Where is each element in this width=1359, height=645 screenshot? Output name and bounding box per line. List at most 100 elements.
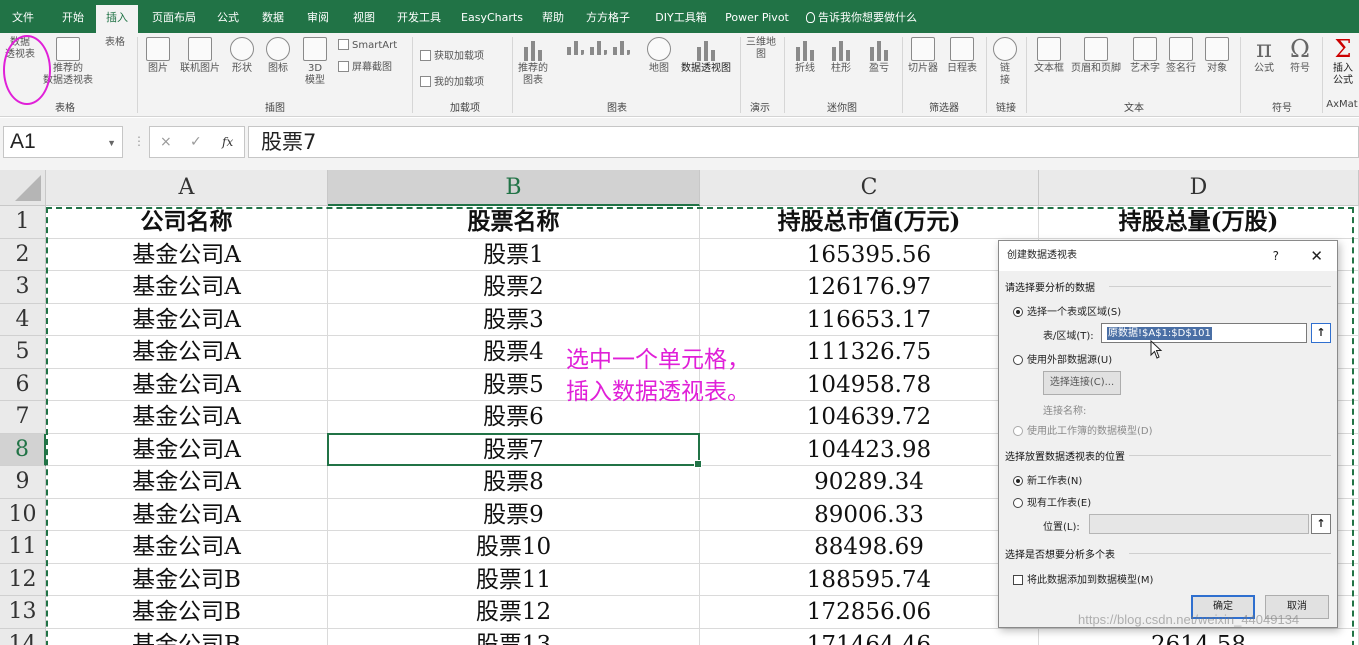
table-cell[interactable]: 188595.74 — [700, 563, 1039, 596]
table-cell[interactable]: 股票8 — [328, 466, 700, 499]
table-cell[interactable]: 172856.06 — [700, 596, 1039, 629]
signature-line-button[interactable]: 签名行 — [1164, 37, 1198, 75]
table-cell[interactable]: 基金公司A — [46, 368, 328, 401]
add-to-data-model-checkbox[interactable]: 将此数据添加到数据模型(M) — [1013, 571, 1153, 586]
table-cell[interactable]: 111326.75 — [700, 336, 1039, 369]
tab-diy-toolbox[interactable]: DIY工具箱 — [644, 6, 718, 33]
table-cell[interactable]: 股票7 — [328, 433, 700, 466]
cancel-icon[interactable]: × — [160, 127, 172, 157]
table-cell[interactable]: 104958.78 — [700, 368, 1039, 401]
slicer-button[interactable]: 切片器 — [906, 37, 940, 75]
help-icon[interactable]: ? — [1273, 241, 1279, 271]
table-cell[interactable]: 104423.98 — [700, 433, 1039, 466]
tab-power-pivot[interactable]: Power Pivot — [724, 6, 790, 33]
tab-insert[interactable]: 插入 — [96, 5, 138, 33]
range-input[interactable]: 原数据!$A$1:$D$101 — [1101, 323, 1307, 343]
formula-input[interactable]: 股票7 — [248, 126, 1359, 158]
table-cell[interactable]: 165395.56 — [700, 238, 1039, 271]
radio-existing-worksheet[interactable]: 现有工作表(E) — [1013, 494, 1091, 509]
radio-select-table[interactable]: 选择一个表或区域(S) — [1013, 303, 1121, 318]
timeline-button[interactable]: 日程表 — [944, 37, 980, 75]
tab-fangfang[interactable]: 方方格子 — [580, 6, 636, 33]
radio-external-source[interactable]: 使用外部数据源(U) — [1013, 351, 1112, 366]
header-footer-button[interactable]: 页眉和页脚 — [1068, 37, 1124, 75]
header-cell[interactable]: 持股总量(万股) — [1039, 206, 1359, 239]
chevron-down-icon[interactable]: ▼ — [107, 128, 116, 158]
chart-type-gallery[interactable] — [554, 37, 640, 97]
object-button[interactable]: 对象 — [1202, 37, 1232, 75]
table-cell[interactable]: 171464.46 — [700, 628, 1039, 645]
table-cell[interactable]: 基金公司A — [46, 401, 328, 434]
textbox-button[interactable]: 文本框 — [1032, 37, 1066, 75]
smartart-button[interactable]: SmartArt — [338, 39, 397, 51]
table-cell[interactable]: 126176.97 — [700, 271, 1039, 304]
shapes-button[interactable]: 形状 — [227, 37, 257, 75]
tab-help[interactable]: 帮助 — [536, 6, 570, 33]
icons-button[interactable]: 图标 — [263, 37, 293, 75]
tab-view[interactable]: 视图 — [346, 6, 382, 33]
row-header[interactable]: 1 — [0, 206, 46, 239]
row-header[interactable]: 13 — [0, 596, 46, 629]
insert-function-icon[interactable]: fx — [222, 127, 233, 157]
row-header[interactable]: 3 — [0, 271, 46, 304]
row-header[interactable]: 7 — [0, 401, 46, 434]
table-cell[interactable]: 基金公司A — [46, 336, 328, 369]
table-cell[interactable]: 基金公司B — [46, 563, 328, 596]
equation-button[interactable]: π 公式 — [1248, 37, 1280, 75]
table-cell[interactable]: 基金公司A — [46, 531, 328, 564]
enter-check-icon[interactable]: ✓ — [190, 127, 202, 157]
radio-data-model[interactable]: 使用此工作簿的数据模型(D) — [1013, 422, 1153, 437]
tab-data[interactable]: 数据 — [254, 6, 292, 33]
table-cell[interactable]: 股票9 — [328, 498, 700, 531]
table-cell[interactable]: 90289.34 — [700, 466, 1039, 499]
table-cell[interactable]: 股票3 — [328, 303, 700, 336]
sparkline-column-button[interactable]: 柱形 — [826, 37, 856, 75]
column-header-a[interactable]: A — [46, 170, 328, 206]
location-picker-button[interactable]: ↑ — [1311, 514, 1331, 534]
tab-file[interactable]: 文件 — [6, 6, 40, 33]
row-header[interactable]: 4 — [0, 303, 46, 336]
row-header[interactable]: 8 — [0, 433, 46, 466]
table-cell[interactable]: 股票13 — [328, 628, 700, 645]
table-cell[interactable]: 116653.17 — [700, 303, 1039, 336]
table-cell[interactable]: 股票11 — [328, 563, 700, 596]
table-cell[interactable]: 基金公司A — [46, 271, 328, 304]
online-pictures-button[interactable]: 联机图片 — [177, 37, 223, 75]
tell-me-search[interactable]: 告诉我你想要做什么 — [806, 6, 936, 33]
table-cell[interactable]: 104639.72 — [700, 401, 1039, 434]
tab-home[interactable]: 开始 — [54, 6, 92, 33]
location-input[interactable] — [1089, 514, 1309, 534]
table-cell[interactable]: 股票10 — [328, 531, 700, 564]
row-header[interactable]: 6 — [0, 368, 46, 401]
table-cell[interactable]: 股票2 — [328, 271, 700, 304]
table-cell[interactable]: 基金公司A — [46, 433, 328, 466]
name-box[interactable]: A1 ▼ — [3, 126, 123, 158]
row-header[interactable]: 5 — [0, 336, 46, 369]
column-header-c[interactable]: C — [700, 170, 1039, 206]
recommended-charts-button[interactable]: 推荐的 图表 — [516, 37, 550, 87]
sparkline-winloss-button[interactable]: 盈亏 — [864, 37, 894, 75]
row-header[interactable]: 9 — [0, 466, 46, 499]
table-cell[interactable]: 基金公司B — [46, 628, 328, 645]
3d-models-button[interactable]: 3D 模型 — [300, 37, 330, 87]
tab-review[interactable]: 审阅 — [300, 6, 336, 33]
close-icon[interactable]: ✕ — [1310, 241, 1323, 271]
wordart-button[interactable]: 艺术字 — [1128, 37, 1162, 75]
table-cell[interactable]: 股票1 — [328, 238, 700, 271]
select-all-button[interactable] — [0, 170, 46, 206]
row-header[interactable]: 14 — [0, 628, 46, 645]
table-cell[interactable]: 2614.58 — [1039, 628, 1359, 645]
axmath-insert-button[interactable]: Σ 插入 公式 — [1328, 37, 1358, 87]
pivot-chart-button[interactable]: 数据透视图 — [678, 37, 734, 75]
table-cell[interactable]: 基金公司A — [46, 303, 328, 336]
table-cell[interactable]: 基金公司A — [46, 498, 328, 531]
header-cell[interactable]: 股票名称 — [328, 206, 700, 239]
tab-formulas[interactable]: 公式 — [210, 6, 246, 33]
tab-page-layout[interactable]: 页面布局 — [146, 6, 202, 33]
table-cell[interactable]: 股票12 — [328, 596, 700, 629]
symbol-button[interactable]: Ω 符号 — [1284, 37, 1316, 75]
range-picker-button[interactable]: ↑ — [1311, 323, 1331, 343]
resize-dots-icon[interactable]: ⋮ — [133, 134, 146, 148]
link-button[interactable]: 链 接 — [990, 37, 1020, 87]
row-header[interactable]: 2 — [0, 238, 46, 271]
